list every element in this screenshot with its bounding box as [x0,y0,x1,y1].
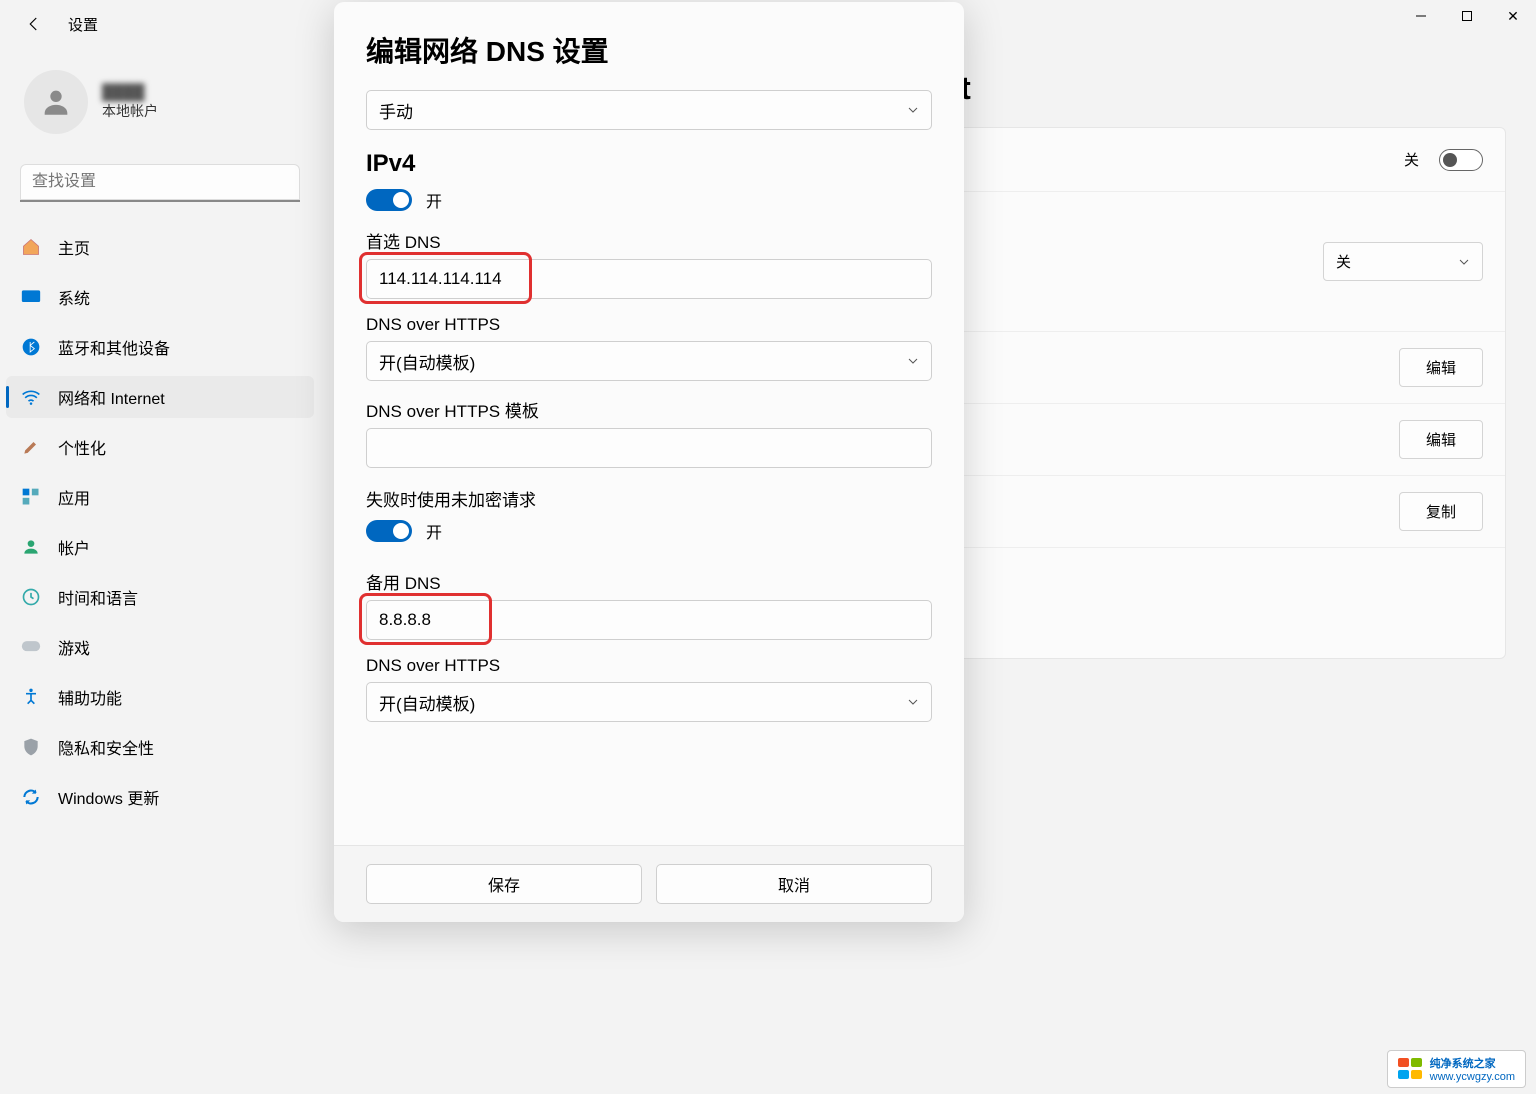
watermark-text2: www.ycwgzy.com [1430,1071,1515,1083]
dialog-title: 编辑网络 DNS 设置 [366,30,932,70]
cancel-button[interactable]: 取消 [656,864,932,904]
toggle-label: 开 [426,188,442,212]
alt-dns-input[interactable] [366,600,932,640]
preferred-dns-input[interactable] [366,259,932,299]
ipv4-heading: IPv4 [366,150,932,178]
doh2-select[interactable]: 开(自动模板) [366,682,932,722]
doh2-label: DNS over HTTPS [366,656,932,676]
chevron-down-icon [907,104,919,116]
fallback-toggle[interactable] [366,520,412,542]
watermark-text1: 纯净系统之家 [1430,1055,1515,1071]
doh-label: DNS over HTTPS [366,315,932,335]
fallback-label: 失败时使用未加密请求 [366,486,932,511]
doh-template-label: DNS over HTTPS 模板 [366,397,932,422]
dns-mode-select[interactable]: 手动 [366,90,932,130]
dns-settings-dialog: 编辑网络 DNS 设置 手动 IPv4 开 首选 DNS DNS over HT… [334,2,964,922]
doh-select[interactable]: 开(自动模板) [366,341,932,381]
chevron-down-icon [907,355,919,367]
preferred-dns-label: 首选 DNS [366,228,932,253]
ipv4-toggle[interactable] [366,189,412,211]
dialog-footer: 保存 取消 [334,845,964,922]
doh-template-input[interactable] [366,428,932,468]
modal-overlay: 编辑网络 DNS 设置 手动 IPv4 开 首选 DNS DNS over HT… [0,0,1536,1094]
watermark-logo [1398,1058,1424,1080]
alt-dns-label: 备用 DNS [366,569,932,594]
watermark: 纯净系统之家 www.ycwgzy.com [1387,1050,1526,1088]
chevron-down-icon [907,696,919,708]
save-button[interactable]: 保存 [366,864,642,904]
toggle-label: 开 [426,519,442,543]
